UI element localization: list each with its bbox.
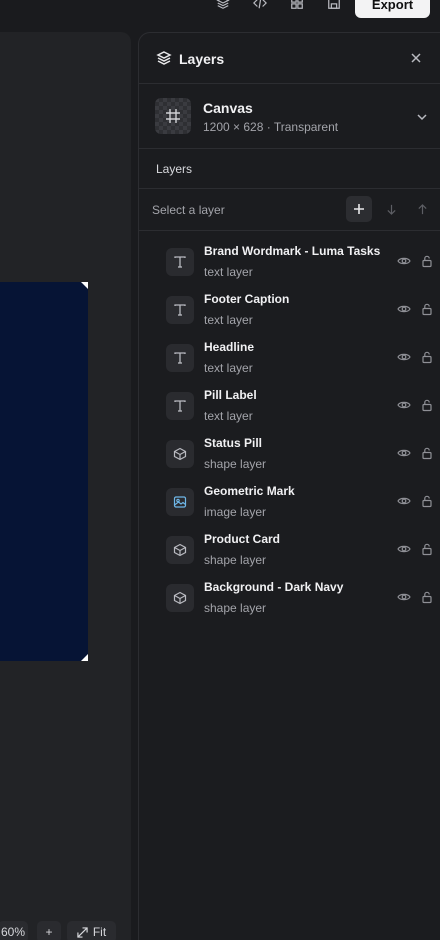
move-down-button[interactable]: [381, 199, 401, 219]
eye-icon[interactable]: [397, 302, 411, 316]
eye-icon[interactable]: [397, 254, 411, 268]
layer-item[interactable]: Status Pill shape layer: [139, 433, 440, 481]
lock-icon[interactable]: [420, 446, 434, 460]
text-icon: [166, 248, 194, 276]
close-icon: [411, 53, 421, 63]
layer-name: Background - Dark Navy: [204, 580, 344, 594]
layers-stack-icon: [156, 51, 172, 65]
eye-icon[interactable]: [397, 494, 411, 508]
chevron-down-icon[interactable]: [415, 110, 429, 124]
artboard[interactable]: [0, 282, 88, 661]
layer-name: Status Pill: [204, 436, 263, 450]
panel-header: Layers: [139, 33, 440, 84]
code-icon[interactable]: [251, 0, 269, 12]
layer-type: text layer: [204, 265, 253, 279]
section-label: Layers: [156, 162, 193, 176]
add-layer-button[interactable]: [346, 196, 372, 222]
layer-name: Headline: [204, 340, 255, 354]
layer-item[interactable]: Brand Wordmark - Luma Tasks text layer: [139, 241, 440, 289]
lock-icon[interactable]: [420, 398, 434, 412]
layer-type: shape layer: [204, 601, 267, 615]
layer-type: text layer: [204, 409, 253, 423]
components-icon[interactable]: [288, 0, 306, 12]
lock-icon[interactable]: [420, 254, 434, 268]
move-up-button[interactable]: [412, 199, 432, 219]
panel-title: Layers: [179, 51, 225, 67]
layer-type: shape layer: [204, 553, 267, 567]
image-icon: [166, 488, 194, 516]
layers-icon[interactable]: [214, 0, 232, 12]
lock-icon[interactable]: [420, 542, 434, 556]
fit-button[interactable]: Fit: [67, 921, 116, 940]
layer-item[interactable]: Footer Caption text layer: [139, 289, 440, 337]
lock-icon[interactable]: [420, 590, 434, 604]
zoom-level[interactable]: 60%: [0, 921, 28, 940]
layer-type: text layer: [204, 313, 253, 327]
expand-icon: [77, 926, 88, 938]
text-icon: [166, 344, 194, 372]
eye-icon[interactable]: [397, 398, 411, 412]
layer-name: Product Card: [204, 532, 281, 546]
canvas-selector[interactable]: Canvas 1200 × 628 · Transparent: [139, 84, 440, 149]
zoom-in-label: +: [45, 925, 53, 939]
layer-name: Geometric Mark: [204, 484, 295, 498]
layer-item[interactable]: Pill Label text layer: [139, 385, 440, 433]
layer-name: Footer Caption: [204, 292, 290, 306]
layer-select[interactable]: Select a layer: [152, 203, 225, 217]
shape-icon: [166, 584, 194, 612]
layer-type: text layer: [204, 361, 253, 375]
frame-icon: [166, 109, 180, 123]
eye-icon[interactable]: [397, 446, 411, 460]
layer-type: shape layer: [204, 457, 267, 471]
layer-type: image layer: [204, 505, 267, 519]
zoom-in-button[interactable]: +: [37, 921, 61, 940]
arrow-down-icon: [386, 204, 396, 215]
zoom-level-label: 60%: [0, 925, 26, 939]
save-icon[interactable]: [325, 0, 343, 12]
text-icon: [166, 392, 194, 420]
fit-label: Fit: [92, 925, 107, 939]
layer-item[interactable]: Background - Dark Navy shape layer: [139, 577, 440, 625]
layer-name: Brand Wordmark - Luma Tasks: [204, 244, 381, 258]
layer-item[interactable]: Geometric Mark image layer: [139, 481, 440, 529]
shape-icon: [166, 536, 194, 564]
lock-icon[interactable]: [420, 302, 434, 316]
canvas-meta: 1200 × 628 · Transparent: [203, 120, 339, 134]
close-panel-button[interactable]: [407, 49, 425, 67]
canvas-thumbnail: [155, 98, 191, 134]
layers-panel: Layers Canvas 1200 × 628 · Transparent L…: [138, 32, 440, 940]
text-icon: [166, 296, 194, 324]
eye-icon[interactable]: [397, 542, 411, 556]
layer-item[interactable]: Product Card shape layer: [139, 529, 440, 577]
plus-icon: [354, 204, 364, 214]
lock-icon[interactable]: [420, 350, 434, 364]
arrow-up-icon: [417, 203, 427, 214]
shape-icon: [166, 440, 194, 468]
canvas-name: Canvas: [203, 100, 253, 116]
layer-name: Pill Label: [204, 388, 257, 402]
export-button[interactable]: Export: [355, 0, 430, 18]
eye-icon[interactable]: [397, 590, 411, 604]
eye-icon[interactable]: [397, 350, 411, 364]
layer-select-row: Select a layer: [139, 189, 440, 231]
layer-item[interactable]: Headline text layer: [139, 337, 440, 385]
lock-icon[interactable]: [420, 494, 434, 508]
